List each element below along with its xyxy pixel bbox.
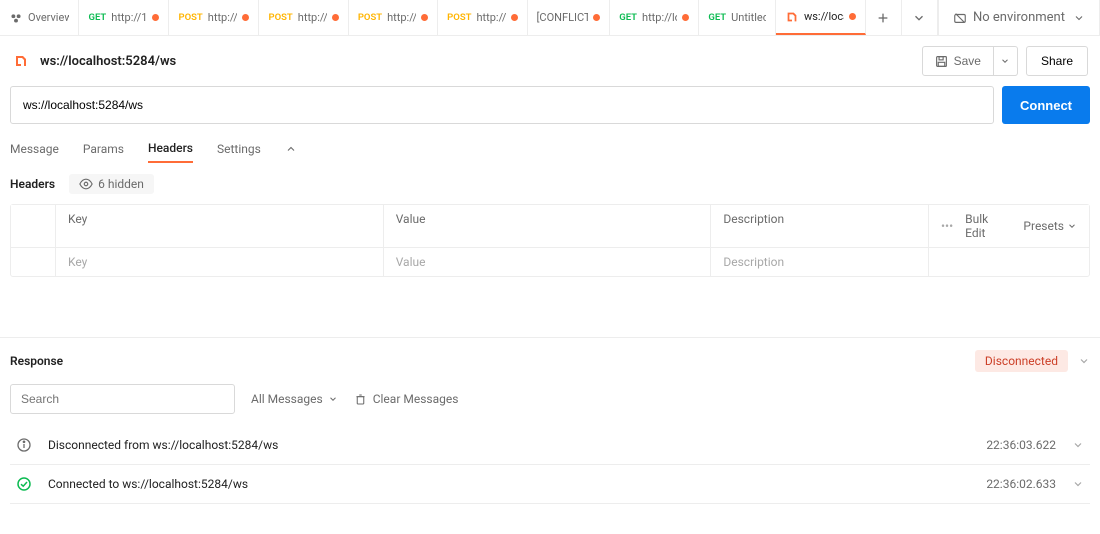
table-action-cell xyxy=(929,248,1089,276)
subtab-message[interactable]: Message xyxy=(10,136,59,162)
new-tab-button[interactable] xyxy=(866,0,902,35)
info-icon xyxy=(16,437,32,453)
method-label: POST xyxy=(447,12,471,23)
method-label: POST xyxy=(358,12,382,23)
table-value-cell[interactable]: Value xyxy=(384,248,712,276)
subtab-params[interactable]: Params xyxy=(83,136,124,162)
tab-label: Overview xyxy=(28,11,69,24)
message-timestamp: 22:36:02.633 xyxy=(986,477,1056,491)
method-label: POST xyxy=(268,12,292,23)
table-description-header: Description xyxy=(711,205,929,247)
bulk-edit-button[interactable]: Bulk Edit xyxy=(965,212,1011,240)
message-text: Connected to ws://localhost:5284/ws xyxy=(48,477,970,491)
method-label: POST xyxy=(178,12,202,23)
tab-item[interactable]: POST http://l xyxy=(349,0,438,35)
message-filter-select[interactable]: All Messages xyxy=(251,392,338,406)
websocket-icon xyxy=(12,52,30,70)
tab-bar: Overview GET http://12 POST http://1 POST http… xyxy=(0,0,866,35)
save-label: Save xyxy=(954,54,981,68)
tab-item[interactable]: POST http://l xyxy=(438,0,527,35)
table-check-cell[interactable] xyxy=(11,248,56,276)
message-text: Disconnected from ws://localhost:5284/ws xyxy=(48,438,970,452)
method-label: GET xyxy=(619,12,637,23)
hidden-count-label: 6 hidden xyxy=(98,177,144,191)
trash-icon xyxy=(354,393,367,406)
save-button[interactable]: Save xyxy=(922,46,994,76)
modified-dot-icon xyxy=(152,14,159,21)
tab-overflow-button[interactable] xyxy=(902,0,938,35)
table-check-header xyxy=(11,205,56,247)
tab-label: ws://loca xyxy=(804,10,844,23)
table-more-icon[interactable]: ••• xyxy=(941,219,953,233)
tab-label: Untitled xyxy=(731,11,766,24)
save-icon xyxy=(935,55,948,68)
overview-icon xyxy=(9,11,23,25)
tab-label: http://l xyxy=(387,11,416,24)
hidden-headers-toggle[interactable]: 6 hidden xyxy=(69,174,154,194)
tab-label: http://lo xyxy=(642,11,677,24)
presets-button[interactable]: Presets xyxy=(1023,219,1077,233)
presets-label: Presets xyxy=(1023,219,1064,233)
modified-dot-icon xyxy=(682,14,689,21)
message-search-input[interactable] xyxy=(10,384,235,414)
message-row[interactable]: Disconnected from ws://localhost:5284/ws… xyxy=(10,426,1090,465)
modified-dot-icon xyxy=(421,14,428,21)
chevron-down-icon[interactable] xyxy=(1078,355,1090,367)
clear-messages-button[interactable]: Clear Messages xyxy=(354,392,459,406)
modified-dot-icon xyxy=(511,14,518,21)
websocket-icon xyxy=(785,10,799,24)
tab-label: http://l xyxy=(298,11,327,24)
subtab-settings[interactable]: Settings xyxy=(217,136,261,162)
clear-label: Clear Messages xyxy=(373,392,459,406)
tab-item[interactable]: Overview xyxy=(0,0,79,35)
chevron-down-icon xyxy=(1073,12,1085,24)
tab-item[interactable]: GET http://lo xyxy=(610,0,699,35)
tab-item[interactable]: POST http://l xyxy=(259,0,348,35)
message-list: Disconnected from ws://localhost:5284/ws… xyxy=(0,426,1100,504)
tab-label: http://12 xyxy=(111,11,147,24)
tab-item[interactable]: GET Untitled xyxy=(699,0,776,35)
eye-icon xyxy=(79,177,93,191)
modified-dot-icon xyxy=(849,13,856,20)
method-label: GET xyxy=(88,12,106,23)
environment-label: No environment xyxy=(973,10,1065,25)
table-key-header: Key xyxy=(56,205,384,247)
tab-label: http://1 xyxy=(208,11,238,24)
method-label: GET xyxy=(708,12,726,23)
message-row[interactable]: Connected to ws://localhost:5284/ws 22:36… xyxy=(10,465,1090,504)
chevron-down-icon xyxy=(1072,478,1084,490)
tab-label: [CONFLICT] xyxy=(537,11,589,24)
table-value-header: Value xyxy=(384,205,712,247)
headers-section-label: Headers xyxy=(10,177,55,191)
tab-item[interactable]: ws://loca xyxy=(776,0,866,35)
filter-label: All Messages xyxy=(251,392,323,406)
chevron-up-icon[interactable] xyxy=(285,143,297,155)
table-key-cell[interactable]: Key xyxy=(56,248,384,276)
modified-dot-icon xyxy=(332,14,339,21)
connection-status-badge: Disconnected xyxy=(975,350,1068,372)
subtab-strip: Message Params Headers Settings xyxy=(0,134,1100,164)
tab-item[interactable]: GET http://12 xyxy=(79,0,169,35)
tab-label: http://l xyxy=(476,11,505,24)
save-dropdown-button[interactable] xyxy=(994,46,1018,76)
share-button[interactable]: Share xyxy=(1026,46,1088,76)
modified-dot-icon xyxy=(593,14,600,21)
response-title: Response xyxy=(10,354,63,368)
tab-item[interactable]: [CONFLICT] xyxy=(528,0,611,35)
success-icon xyxy=(16,476,32,492)
tab-item[interactable]: POST http://1 xyxy=(169,0,259,35)
chevron-down-icon xyxy=(1072,439,1084,451)
environment-selector[interactable]: No environment xyxy=(938,0,1099,35)
message-timestamp: 22:36:03.622 xyxy=(986,438,1056,452)
modified-dot-icon xyxy=(242,14,249,21)
headers-table: Key Value Description ••• Bulk Edit Pres… xyxy=(10,204,1090,277)
request-title: ws://localhost:5284/ws xyxy=(40,54,176,69)
url-input[interactable] xyxy=(10,86,994,124)
subtab-headers[interactable]: Headers xyxy=(148,135,193,163)
no-env-icon xyxy=(953,11,967,25)
connect-button[interactable]: Connect xyxy=(1002,86,1090,124)
table-description-cell[interactable]: Description xyxy=(711,248,929,276)
